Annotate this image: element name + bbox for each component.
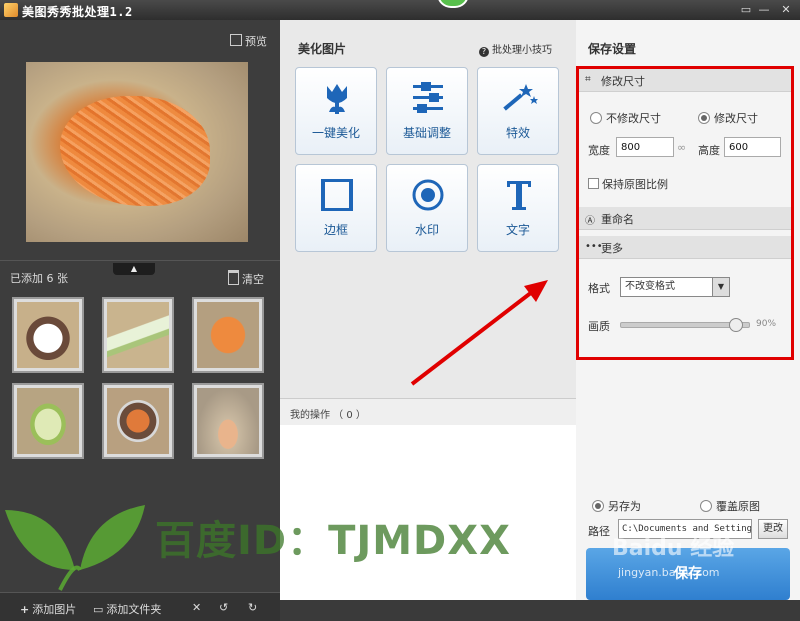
stamp-icon: [412, 179, 444, 211]
preview-icon: [230, 34, 242, 46]
resize-radio[interactable]: 修改尺寸: [698, 110, 758, 126]
add-image-button[interactable]: + 添加图片: [20, 601, 76, 617]
keep-ratio-label: 保持原图比例: [602, 178, 668, 191]
thumbnail[interactable]: [192, 297, 264, 373]
sliders-icon: [413, 82, 443, 113]
no-resize-label: 不修改尺寸: [606, 112, 661, 125]
text-icon: [507, 181, 531, 210]
my-operations-label: 我的操作 （ 0 ）: [290, 410, 366, 421]
thumbnail[interactable]: [102, 297, 174, 373]
leaf-logo-icon: [5, 505, 145, 591]
radio-dot: [590, 112, 602, 124]
width-input[interactable]: 800: [616, 137, 674, 157]
rename-header-label: 重命名: [601, 213, 634, 226]
crop-icon: ⌗: [585, 74, 591, 85]
tool-label: 水印: [414, 223, 439, 237]
overwrite-label: 覆盖原图: [716, 500, 760, 513]
radio-dot: [700, 500, 712, 512]
save-settings-panel: 保存设置 ⌗ 修改尺寸 不修改尺寸 修改尺寸 宽度 800 ∞ 高度 600 保…: [576, 20, 800, 600]
magic-wand-icon: [503, 84, 538, 111]
baidu-watermark: Baidu 经验: [612, 536, 735, 561]
clear-button[interactable]: 清空: [228, 270, 264, 287]
close-button[interactable]: ✕: [778, 2, 794, 18]
more-header-label: 更多: [601, 242, 623, 255]
rename-icon: Ⓐ: [585, 216, 595, 227]
window-title: 美图秀秀批处理1.2: [22, 5, 133, 19]
feedback-icon[interactable]: ▭: [738, 2, 754, 18]
height-input[interactable]: 600: [724, 137, 781, 157]
add-folder-button[interactable]: ▭ 添加文件夹: [93, 601, 161, 617]
minimize-button[interactable]: —: [756, 2, 772, 18]
frame-icon: [321, 179, 353, 211]
quality-label: 画质: [588, 320, 610, 333]
thumbnail[interactable]: [12, 383, 84, 459]
tool-label: 文字: [505, 223, 530, 237]
thumbnail[interactable]: [192, 383, 264, 459]
save-settings-title: 保存设置: [588, 42, 637, 56]
effects-button[interactable]: 特效: [477, 67, 559, 155]
added-count: 已添加 6 张: [10, 272, 68, 285]
top-badge-icon: [437, 0, 469, 8]
add-image-label: 添加图片: [32, 603, 77, 616]
overwrite-radio[interactable]: 覆盖原图: [700, 498, 760, 514]
basic-adjust-button[interactable]: 基础调整: [386, 67, 468, 155]
tool-label: 基础调整: [402, 126, 451, 140]
resize-header-label: 修改尺寸: [601, 75, 645, 88]
plus-icon: +: [20, 603, 30, 616]
tulip-icon: [327, 84, 347, 114]
my-operations-bar: 我的操作 （ 0 ）: [280, 398, 576, 426]
height-label: 高度: [698, 144, 720, 157]
thumbnail[interactable]: [12, 297, 84, 373]
tool-label: 一键美化: [311, 126, 360, 140]
rename-section-header[interactable]: Ⓐ 重命名: [579, 207, 791, 230]
resize-section-header[interactable]: ⌗ 修改尺寸: [579, 69, 791, 92]
title-bar: 美图秀秀批处理1.2 ▭ — ✕: [0, 0, 800, 20]
resize-label: 修改尺寸: [714, 112, 758, 125]
watermark-button[interactable]: 水印: [386, 164, 468, 252]
tool-label: 特效: [505, 126, 530, 140]
delete-icon[interactable]: ✕: [192, 601, 201, 614]
tips-label: 批处理小技巧: [492, 45, 552, 56]
format-value: 不改变格式: [625, 281, 675, 292]
link-icon[interactable]: ∞: [677, 141, 686, 154]
no-resize-radio[interactable]: 不修改尺寸: [590, 110, 661, 126]
text-button[interactable]: 文字: [477, 164, 559, 252]
path-label: 路径: [588, 525, 610, 538]
border-button[interactable]: 边框: [295, 164, 377, 252]
beautify-title: 美化图片: [298, 42, 347, 56]
tool-label: 边框: [323, 223, 348, 237]
help-icon: ?: [479, 47, 489, 57]
format-label: 格式: [588, 282, 610, 295]
more-section-header[interactable]: ••• 更多: [579, 236, 791, 259]
radio-dot-selected: [592, 500, 604, 512]
quality-value: 90%: [756, 319, 777, 329]
baidu-url: jingyan.baidu.com: [618, 566, 720, 579]
divider: [0, 260, 280, 261]
bottom-toolbar: + 添加图片 ▭ 添加文件夹 ✕ ↺ ↻: [0, 592, 280, 621]
checkbox-box: [588, 178, 599, 189]
watermark-text: 百度ID：TJMDXX: [155, 518, 511, 564]
width-label: 宽度: [588, 144, 610, 157]
chevron-down-icon: ▼: [712, 278, 729, 296]
preview-label: 预览: [245, 35, 267, 48]
main-preview-image: [26, 62, 248, 242]
one-click-beautify-button[interactable]: 一键美化: [295, 67, 377, 155]
collapse-toggle[interactable]: ▲: [113, 263, 155, 275]
trash-icon: [228, 270, 239, 285]
clear-label: 清空: [242, 273, 264, 286]
preview-button[interactable]: 预览: [230, 33, 267, 49]
save-as-label: 另存为: [608, 500, 641, 513]
rotate-right-icon[interactable]: ↻: [248, 601, 257, 614]
add-folder-label: 添加文件夹: [106, 603, 162, 616]
keep-ratio-checkbox[interactable]: 保持原图比例: [588, 176, 668, 192]
format-select[interactable]: 不改变格式 ▼: [620, 277, 730, 297]
rotate-left-icon[interactable]: ↺: [219, 601, 228, 614]
tips-link[interactable]: ? 批处理小技巧: [479, 41, 552, 57]
thumbnail[interactable]: [102, 383, 174, 459]
save-as-radio[interactable]: 另存为: [592, 498, 641, 514]
folder-icon: ▭: [93, 603, 104, 616]
change-path-button[interactable]: 更改: [758, 519, 788, 539]
radio-dot-selected: [698, 112, 710, 124]
app-icon: [4, 3, 18, 17]
